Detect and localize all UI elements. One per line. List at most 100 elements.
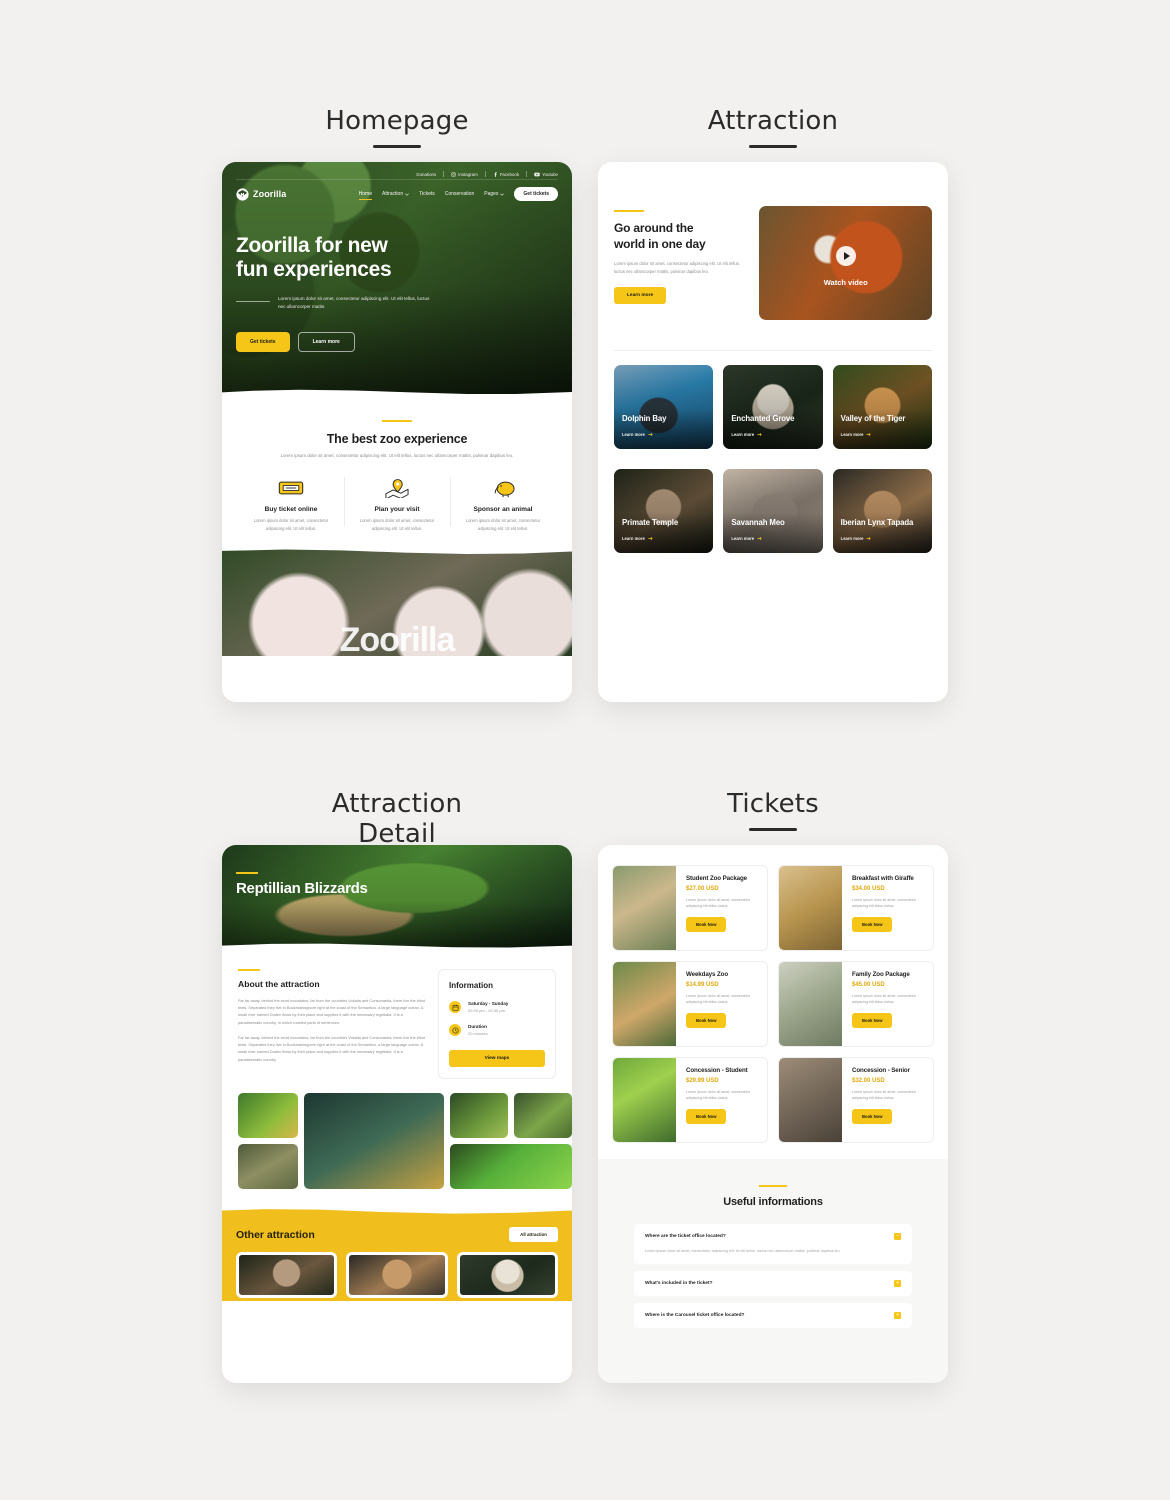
attraction-card[interactable]: Enchanted Grove Learn more xyxy=(723,365,823,449)
ticket-title: Concession - Student xyxy=(686,1067,748,1074)
brand[interactable]: Zoorilla xyxy=(236,187,286,201)
gallery-image[interactable] xyxy=(514,1093,572,1138)
ticket-card[interactable]: Concession - Student $29.99 USD Lorem ip… xyxy=(612,1057,768,1143)
hero-learn-more-button[interactable]: Learn more xyxy=(297,332,355,352)
card-learn-more-label: Learn more xyxy=(840,536,864,541)
faq-toggle-icon[interactable]: − xyxy=(894,1233,901,1240)
arrow-right-icon xyxy=(866,537,872,540)
hero-get-tickets-button[interactable]: Get tickets xyxy=(236,332,290,352)
card-learn-more-label: Learn more xyxy=(731,432,755,437)
ticket-image xyxy=(779,962,842,1046)
nav-item-home[interactable]: Home xyxy=(358,191,372,200)
feature-text: Lorem ipsum dolor sit amet, consectetur … xyxy=(359,518,435,531)
other-attraction-section: Other attraction All attraction xyxy=(222,1205,572,1301)
faq-question: What's included in the ticket? xyxy=(645,1280,713,1286)
card-learn-more[interactable]: Learn more xyxy=(841,432,872,437)
attraction-card[interactable]: Primate Temple Learn more xyxy=(614,469,714,553)
ticket-card[interactable]: Family Zoo Package $45.00 USD Lorem ipsu… xyxy=(778,961,934,1047)
play-icon[interactable] xyxy=(835,246,856,267)
watermark-text: Zoorilla xyxy=(339,620,456,656)
gallery-image[interactable] xyxy=(238,1144,298,1189)
card-learn-more[interactable]: Learn more xyxy=(841,536,872,541)
card-learn-more[interactable]: Learn more xyxy=(622,432,653,437)
card-learn-more[interactable]: Learn more xyxy=(622,536,653,541)
ticket-text: Lorem ipsum dolor sit amet, consectetur … xyxy=(686,994,750,1005)
ticket-card[interactable]: Concession - Senior $32.00 USD Lorem ips… xyxy=(778,1057,934,1143)
caption-rule xyxy=(749,828,797,831)
card-learn-more[interactable]: Learn more xyxy=(731,536,762,541)
feature-buy-ticket[interactable]: Buy ticket online Lorem ipsum dolor sit … xyxy=(238,475,344,531)
book-now-button[interactable]: Book Now xyxy=(686,1108,727,1124)
all-attraction-button[interactable]: All attraction xyxy=(509,1227,558,1242)
faq-toggle-icon[interactable]: + xyxy=(894,1311,901,1319)
gallery-image-featured[interactable] xyxy=(304,1093,444,1189)
ticket-title: Concession - Senior xyxy=(852,1067,910,1074)
about-section: About the attraction Far far away, behin… xyxy=(238,969,426,1079)
wave-divider xyxy=(222,389,572,400)
intro-copy: Go around the world in one day Lorem ips… xyxy=(614,206,743,304)
topbar-label: Donations xyxy=(416,171,437,177)
nav-label: Conservation xyxy=(444,191,475,197)
book-now-button[interactable]: Book Now xyxy=(852,1108,893,1124)
faq-toggle-icon[interactable]: + xyxy=(894,1279,901,1287)
detail-body: About the attraction Far far away, behin… xyxy=(222,953,572,1079)
faq-item[interactable]: Where is the Carousel ticket office loca… xyxy=(634,1302,912,1328)
book-now-button[interactable]: Book Now xyxy=(686,1012,727,1028)
hero-title-line2: fun experiences xyxy=(236,258,392,282)
other-attraction-card[interactable] xyxy=(236,1252,338,1298)
other-attraction-card[interactable] xyxy=(346,1252,448,1298)
nav-item-conservation[interactable]: Conservation xyxy=(445,191,474,197)
gallery-image[interactable] xyxy=(450,1093,508,1138)
ticket-title: Student Zoo Package xyxy=(686,875,748,882)
intro-title: Go around the world in one day xyxy=(614,221,743,252)
ticket-card[interactable]: Breakfast with Giraffe $34.00 USD Lorem … xyxy=(778,865,934,951)
nav-item-attraction[interactable]: Attraction xyxy=(382,191,409,197)
accent-bar xyxy=(759,1185,787,1187)
ticket-card[interactable]: Student Zoo Package $27.00 USD Lorem ips… xyxy=(612,865,768,951)
video-thumbnail[interactable]: Watch video xyxy=(759,206,932,320)
ticket-price: $29.99 USD xyxy=(686,1078,719,1084)
feature-text: Lorem ipsum dolor sit amet, consectetur … xyxy=(253,518,329,531)
other-attraction-card[interactable] xyxy=(456,1252,558,1298)
card-title: Primate Temple xyxy=(622,518,679,527)
attraction-card[interactable]: Dolphin Bay Learn more xyxy=(614,365,714,449)
ticket-price: $32.00 USD xyxy=(852,1078,885,1084)
wave-divider xyxy=(222,545,572,555)
attraction-card[interactable]: Savannah Meo Learn more xyxy=(723,469,823,553)
caption-homepage: Homepage xyxy=(297,106,497,148)
features-title: The best zoo experience xyxy=(326,432,468,446)
topbar-link-youtube[interactable]: Youtube xyxy=(534,172,558,177)
features-section: The best zoo experience Lorem ipsum dolo… xyxy=(222,400,572,546)
info-sub: 20 minutes xyxy=(468,1031,488,1036)
map-pin-icon xyxy=(353,475,441,501)
faq-item[interactable]: Where are the ticket office located? − L… xyxy=(634,1224,912,1264)
topbar-label: Instagram xyxy=(458,171,478,177)
get-tickets-button[interactable]: Get tickets xyxy=(514,187,558,201)
gallery-image[interactable] xyxy=(450,1144,572,1189)
nav-item-pages[interactable]: Pages xyxy=(484,191,505,197)
topbar-link-instagram[interactable]: Instagram xyxy=(451,172,478,177)
attraction-card[interactable]: Valley of the Tiger Learn more xyxy=(832,365,932,449)
gallery-image[interactable] xyxy=(238,1093,298,1138)
feature-sponsor-animal[interactable]: Sponsor an animal Lorem ipsum dolor sit … xyxy=(450,475,556,531)
book-now-button[interactable]: Book Now xyxy=(686,916,727,932)
attraction-card[interactable]: Iberian Lynx Tapada Learn more xyxy=(832,469,932,553)
view-maps-button[interactable]: View maps xyxy=(449,1050,545,1067)
card-learn-more[interactable]: Learn more xyxy=(731,432,762,437)
nav-item-tickets[interactable]: Tickets xyxy=(419,191,435,197)
ticket-card[interactable]: Weekdays Zoo $14.99 USD Lorem ipsum dolo… xyxy=(612,961,768,1047)
book-now-button[interactable]: Book Now xyxy=(852,916,893,932)
faq-item[interactable]: What's included in the ticket? + xyxy=(634,1270,912,1296)
accent-bar xyxy=(614,210,644,212)
topbar-link-donations[interactable]: Donations xyxy=(416,172,436,177)
homepage-mockup: Donations Instagram Facebook Youtube Zoo… xyxy=(222,162,572,702)
main-navigation: Zoorilla Home Attraction Tickets Conserv… xyxy=(236,179,558,205)
attraction-cards: Dolphin Bay Learn more Enchanted Grove L… xyxy=(598,351,948,571)
book-now-button[interactable]: Book Now xyxy=(852,1012,893,1028)
topbar-link-facebook[interactable]: Facebook xyxy=(493,172,519,177)
caption-rule xyxy=(373,145,421,148)
feature-plan-visit[interactable]: Plan your visit Lorem ipsum dolor sit am… xyxy=(344,475,450,531)
caption-attraction: Attraction xyxy=(673,106,873,148)
intro-learn-more-button[interactable]: Learn more xyxy=(614,286,667,304)
nav-active-underline xyxy=(358,199,372,200)
